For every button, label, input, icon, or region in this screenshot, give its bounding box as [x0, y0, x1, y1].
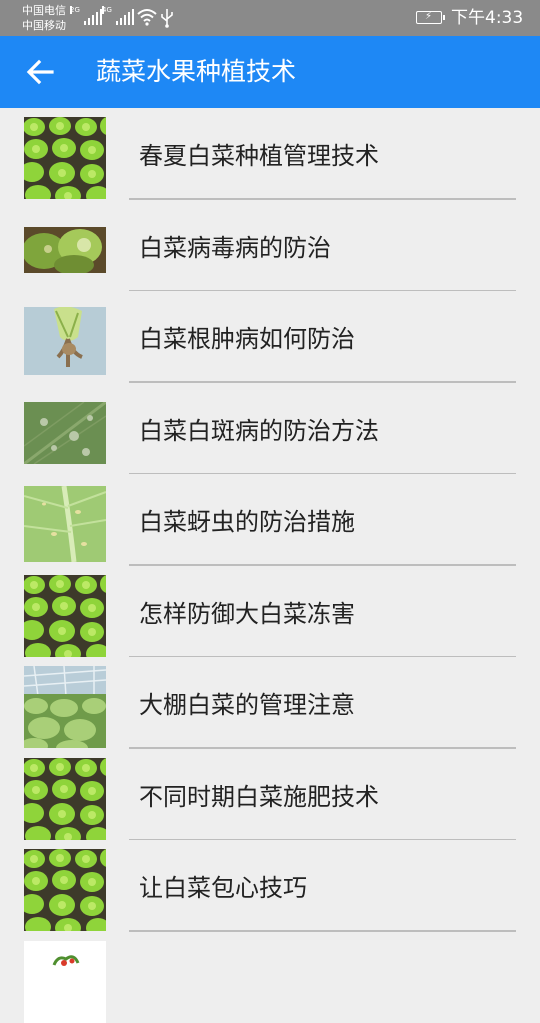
list-item[interactable]: 怎样防御大白菜冻害	[0, 566, 540, 658]
diseased-cabbage-image	[24, 227, 106, 273]
list-item[interactable]: 白菜病毒病的防治	[0, 200, 540, 292]
page-title: 蔬菜水果种植技术	[96, 56, 296, 88]
article-title: 白菜根肿病如何防治	[139, 291, 355, 383]
status-bar: 中国电信 中国移动 2G 4G ⚡ 下午4:33	[0, 0, 540, 36]
carrier-labels: 中国电信 中国移动	[22, 3, 66, 33]
cabbage-root-image	[24, 307, 106, 375]
cabbage-field-image	[24, 575, 106, 657]
battery-charging-icon: ⚡	[416, 11, 442, 24]
article-title: 白菜病毒病的防治	[139, 200, 331, 292]
app-bar: 蔬菜水果种植技术	[0, 36, 540, 108]
signal-icon: 4G	[116, 9, 134, 25]
signal-icon: 2G	[84, 9, 102, 25]
list-item[interactable]: 白菜蚜虫的防治措施	[0, 474, 540, 566]
article-title: 白菜白斑病的防治方法	[139, 383, 379, 475]
list-item[interactable]: 大棚白菜的管理注意	[0, 657, 540, 749]
cabbage-field-image	[24, 117, 106, 199]
cabbage-field-image	[24, 758, 106, 840]
arrow-left-icon[interactable]	[24, 56, 56, 88]
list-item[interactable]: 不同时期白菜施肥技术	[0, 749, 540, 841]
article-title: 大棚白菜的管理注意	[139, 657, 355, 749]
list-item[interactable]: 白菜根肿病如何防治	[0, 291, 540, 383]
aphid-leaf-image	[24, 486, 106, 562]
list-item[interactable]: 让白菜包心技巧	[0, 840, 540, 932]
article-title: 怎样防御大白菜冻害	[139, 566, 355, 658]
list-item[interactable]: 春夏白菜种植管理技术	[0, 108, 540, 200]
cabbage-field-image	[24, 849, 106, 931]
carrier-2: 中国移动	[22, 18, 66, 33]
wifi-icon	[137, 8, 157, 26]
article-title: 白菜蚜虫的防治措施	[139, 474, 355, 566]
article-title: 让白菜包心技巧	[139, 840, 307, 932]
carrier-1: 中国电信	[22, 3, 66, 18]
article-title: 不同时期白菜施肥技术	[139, 749, 379, 841]
usb-icon	[160, 8, 174, 28]
list-item[interactable]: 白菜白斑病的防治方法	[0, 383, 540, 475]
leaf-spots-image	[24, 402, 106, 464]
article-title: 春夏白菜种植管理技术	[139, 108, 379, 200]
greenhouse-image	[24, 666, 106, 748]
plant-on-white-image	[24, 941, 106, 1023]
list-item[interactable]	[0, 932, 540, 1023]
clock: 下午4:33	[451, 8, 523, 28]
